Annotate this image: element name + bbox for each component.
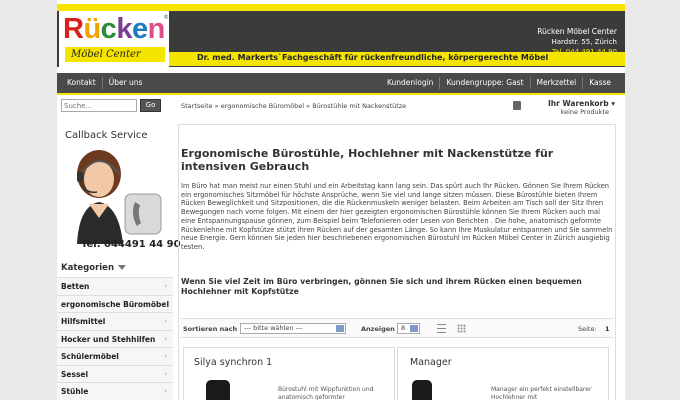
nav-right: Kundenlogin Kundengruppe: Gast Merkzette… bbox=[381, 73, 617, 93]
category-item-schuelermoebel[interactable]: Schülermöbel › bbox=[57, 348, 173, 366]
page-label: Seite: bbox=[578, 325, 597, 333]
category-item-bueromoebel[interactable]: ergonomische Büromöbel › bbox=[57, 295, 173, 313]
per-page-select[interactable]: 8 bbox=[397, 323, 420, 334]
chevron-right-icon: › bbox=[164, 387, 167, 395]
top-stripe bbox=[57, 4, 625, 11]
nav-link-merkzettel[interactable]: Merkzettel bbox=[531, 77, 584, 89]
product-image[interactable] bbox=[206, 380, 230, 400]
category-list: Betten › ergonomische Büromöbel › Hilfsmit… bbox=[57, 277, 173, 400]
sort-select[interactable]: --- bitte wählen --- bbox=[240, 323, 346, 334]
product-card[interactable]: Silya synchron 1 Bürostuhl mit Wippfunkt… bbox=[183, 347, 395, 400]
logo[interactable]: Rücken ® Möbel Center bbox=[59, 11, 169, 67]
cart-icon[interactable] bbox=[513, 101, 521, 110]
chevron-right-icon: › bbox=[164, 352, 167, 360]
per-page-value: 8 bbox=[401, 324, 406, 332]
product-description: Bürostuhl mit Wippfunktion und anatomisc… bbox=[278, 386, 374, 400]
page-number[interactable]: 1 bbox=[605, 325, 610, 333]
product-card[interactable]: Manager Manager ein perfekt einstellbare… bbox=[397, 347, 609, 400]
nav-link-kundenlogin[interactable]: Kundenlogin bbox=[381, 77, 441, 89]
store-name: Rücken Möbel Center bbox=[537, 27, 617, 36]
nav-link-ueber-uns[interactable]: Über uns bbox=[103, 77, 149, 89]
category-label: Stühle bbox=[61, 387, 89, 396]
cart-count: keine Produkte bbox=[560, 108, 609, 116]
categories-title[interactable]: Kategorien bbox=[61, 263, 114, 273]
dropdown-arrow-icon bbox=[410, 325, 418, 332]
list-view-icon[interactable] bbox=[437, 324, 446, 333]
category-item-stuehle[interactable]: Stühle › bbox=[57, 383, 173, 400]
nav-left: Kontakt Über uns bbox=[61, 73, 148, 93]
search-button[interactable]: Go bbox=[140, 99, 161, 112]
product-name[interactable]: Manager bbox=[410, 357, 452, 368]
page: Rücken ® Möbel Center Rücken Möbel Cente… bbox=[57, 0, 625, 400]
store-address: Hardstr. 55, Zürich bbox=[551, 38, 617, 46]
chevron-right-icon: › bbox=[164, 369, 167, 378]
chevron-down-icon[interactable] bbox=[118, 265, 126, 270]
registered-mark: ® bbox=[163, 14, 169, 21]
callback-phone: Tel. 044491 44 90 bbox=[81, 239, 181, 250]
chevron-right-icon: › bbox=[164, 317, 167, 325]
chevron-right-icon: › bbox=[164, 334, 167, 343]
category-item-sessel[interactable]: Sessel › bbox=[57, 365, 173, 383]
category-item-hocker[interactable]: Hocker und Stehhilfen › bbox=[57, 330, 173, 348]
chevron-down-icon: ▾ bbox=[611, 99, 615, 108]
page-title: Ergonomische Bürostühle, Hochlehner mit … bbox=[181, 147, 554, 173]
nav-link-kundengruppe[interactable]: Kundengruppe: Gast bbox=[440, 77, 531, 89]
callback-service-photo[interactable] bbox=[67, 144, 167, 244]
sort-select-value: --- bitte wählen --- bbox=[244, 324, 303, 332]
logo-text: Rücken bbox=[63, 13, 165, 45]
category-label: Hocker und Stehhilfen bbox=[61, 334, 156, 344]
search-input[interactable] bbox=[61, 99, 137, 112]
category-description: Im Büro hat man meist nur einen Stuhl un… bbox=[181, 182, 613, 251]
top-navigation: Kontakt Über uns Kundenlogin Kundengrupp… bbox=[57, 73, 625, 95]
product-description: Manager ein perfekt einstellbarer Hochle… bbox=[491, 386, 592, 400]
product-name[interactable]: Silya synchron 1 bbox=[194, 357, 272, 368]
category-item-betten[interactable]: Betten › bbox=[57, 278, 173, 296]
category-item-hilfsmittel[interactable]: Hilfsmittel › bbox=[57, 313, 173, 331]
grid-view-icon[interactable] bbox=[457, 324, 466, 333]
breadcrumb[interactable]: Startseite » ergonomische Büromöbel » Bü… bbox=[181, 102, 406, 110]
nav-link-kontakt[interactable]: Kontakt bbox=[61, 77, 103, 89]
dropdown-arrow-icon bbox=[336, 325, 344, 332]
logo-subtitle: Möbel Center bbox=[65, 47, 165, 62]
category-label: Betten bbox=[61, 282, 90, 291]
cart-label-text: Ihr Warenkorb bbox=[547, 99, 609, 108]
listing-toolbar: Sortieren nach --- bitte wählen --- Anze… bbox=[181, 318, 613, 338]
tagline: Dr. med. Markerts`Fachgeschäft für rücke… bbox=[197, 53, 549, 62]
sort-label: Sortieren nach bbox=[183, 325, 238, 333]
utility-row: Go Startseite » ergonomische Büromöbel »… bbox=[57, 97, 625, 117]
nav-link-kasse[interactable]: Kasse bbox=[583, 77, 617, 89]
main-content: Ergonomische Bürostühle, Hochlehner mit … bbox=[178, 124, 616, 400]
category-label: ergonomische Büromöbel bbox=[61, 299, 170, 309]
product-image[interactable] bbox=[412, 380, 432, 400]
chevron-right-icon: › bbox=[164, 299, 167, 308]
category-label: Hilfsmittel bbox=[61, 317, 106, 326]
category-label: Sessel bbox=[61, 369, 89, 379]
show-label: Anzeigen bbox=[361, 325, 395, 333]
category-subheading: Wenn Sie viel Zeit im Büro verbringen, g… bbox=[181, 277, 582, 296]
category-label: Schülermöbel bbox=[61, 352, 119, 361]
callback-title: Callback Service bbox=[65, 130, 148, 141]
chevron-right-icon: › bbox=[164, 282, 167, 290]
cart-label[interactable]: Ihr Warenkorb ▾ bbox=[548, 99, 615, 108]
